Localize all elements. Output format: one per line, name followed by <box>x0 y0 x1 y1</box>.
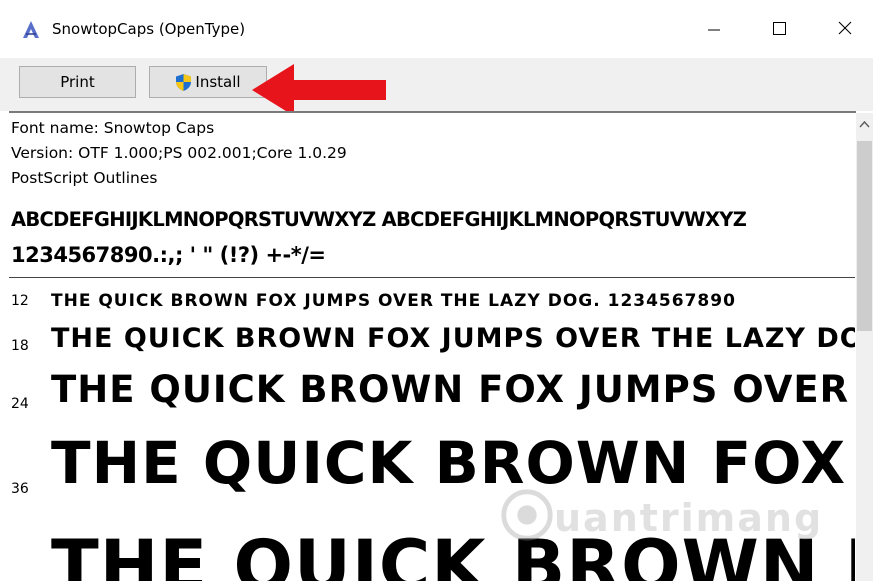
font-name-line: Font name: Snowtop Caps <box>11 119 215 137</box>
watermark: uantrimang <box>498 478 821 558</box>
sample-text-24: THE QUICK BROWN FOX JUMPS OVER TH <box>51 368 855 411</box>
maximize-icon[interactable] <box>756 14 802 44</box>
close-icon[interactable] <box>822 14 868 44</box>
title-bar: SnowtopCaps (OpenType) <box>0 0 873 58</box>
glyph-alphabet-line: ABCDEFGHIJKLMNOPQRSTUVWXYZ ABCDEFGHIJKLM… <box>11 208 747 231</box>
window-title: SnowtopCaps (OpenType) <box>52 20 246 38</box>
sample-size-label: 36 <box>11 481 29 497</box>
scroll-up-icon[interactable] <box>856 117 873 131</box>
install-button-label: Install <box>195 73 241 91</box>
toolbar: Print Install <box>0 58 873 111</box>
vertical-scrollbar[interactable] <box>856 113 873 581</box>
watermark-logo-icon <box>501 489 553 541</box>
sample-size-label: 12 <box>11 293 29 309</box>
sample-text-18: THE QUICK BROWN FOX JUMPS OVER THE LAZY … <box>51 323 855 354</box>
sample-size-label: 24 <box>11 396 29 412</box>
watermark-text: uantrimang <box>554 496 824 540</box>
scrollbar-thumb[interactable] <box>857 141 872 331</box>
font-viewer-icon <box>23 21 39 38</box>
uac-shield-icon <box>176 73 192 91</box>
print-button[interactable]: Print <box>19 66 136 98</box>
minimize-icon[interactable] <box>690 14 736 44</box>
glyph-digits-line: 1234567890.:,; ' " (!?) +-*/= <box>11 243 326 267</box>
info-divider <box>9 277 855 278</box>
print-button-label: Print <box>60 73 95 91</box>
sample-size-label: 18 <box>11 338 29 354</box>
font-version-line: Version: OTF 1.000;PS 002.001;Core 1.0.2… <box>11 144 347 162</box>
red-arrow-annotation <box>252 64 386 116</box>
sample-text-12: THE QUICK BROWN FOX JUMPS OVER THE LAZY … <box>51 291 736 311</box>
font-outline-line: PostScript Outlines <box>11 169 158 187</box>
